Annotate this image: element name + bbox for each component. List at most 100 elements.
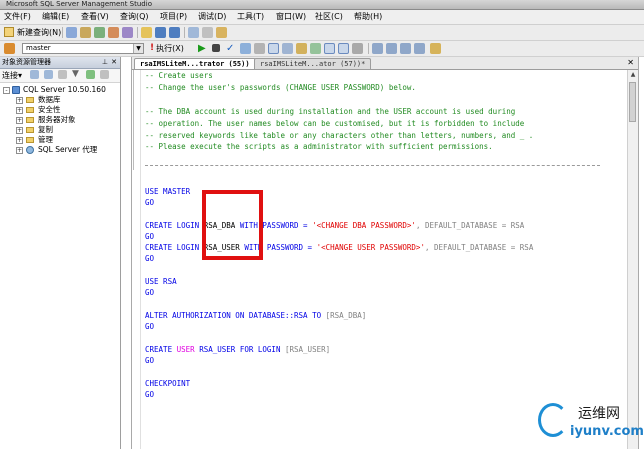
tree-item-label: 数据库: [38, 95, 61, 104]
code-token: USER: [176, 345, 195, 354]
query-designer-icon[interactable]: [254, 43, 265, 54]
menu-view[interactable]: 查看(V): [81, 11, 109, 23]
folder-icon: [26, 117, 34, 123]
folder-icon: [26, 127, 34, 133]
code-line: GO: [145, 232, 155, 241]
specify-values-icon[interactable]: [430, 43, 441, 54]
code-line: GO: [145, 356, 155, 365]
results-to-file-icon[interactable]: [310, 43, 321, 54]
toolbar-separator: [62, 27, 63, 38]
intellisense-icon[interactable]: [268, 43, 279, 54]
tree-item-server[interactable]: - CQL Server 10.50.160: [0, 85, 120, 95]
tree-item-management[interactable]: + 管理: [0, 135, 120, 145]
tree-item-server-objects[interactable]: + 服务器对象: [0, 115, 120, 125]
decrease-indent-icon[interactable]: [400, 43, 411, 54]
menu-debug[interactable]: 调试(D): [198, 11, 226, 23]
actual-plan-icon[interactable]: [324, 43, 335, 54]
code-token: RSA_USER FOR LOGIN: [199, 345, 281, 354]
expand-node-icon[interactable]: +: [16, 97, 23, 104]
filter-icon[interactable]: ▼: [72, 69, 83, 80]
agent-icon: [26, 146, 34, 154]
tree-item-replication[interactable]: + 复制: [0, 125, 120, 135]
connect-button[interactable]: 连接▾: [2, 70, 22, 81]
refresh-icon[interactable]: [86, 70, 95, 79]
code-line: CREATE USER RSA_USER FOR LOGIN [RSA_USER…: [145, 345, 330, 355]
new-query-button[interactable]: 新建查询(N): [4, 26, 61, 38]
show-results-pane-icon[interactable]: [352, 43, 363, 54]
disconnect-icon[interactable]: [44, 70, 53, 79]
client-statistics-icon[interactable]: [338, 43, 349, 54]
save-all-icon[interactable]: [169, 27, 180, 38]
expand-node-icon[interactable]: +: [16, 117, 23, 124]
toolbar-separator: [184, 27, 185, 38]
change-connection-icon[interactable]: [4, 43, 15, 54]
close-tab-icon[interactable]: ✕: [627, 57, 634, 68]
comment-divider: [145, 165, 600, 166]
menu-query[interactable]: 查询(Q): [120, 11, 149, 23]
connect-explorer-icon[interactable]: [30, 70, 39, 79]
scroll-thumb[interactable]: [629, 82, 636, 122]
expand-node-icon[interactable]: +: [16, 147, 23, 154]
code-token: [RSA_USER]: [284, 345, 331, 354]
stop-icon[interactable]: [58, 70, 67, 79]
menu-edit[interactable]: 编辑(E): [42, 11, 69, 23]
increase-indent-icon[interactable]: [414, 43, 425, 54]
tree-item-sql-agent[interactable]: + SQL Server 代理: [0, 145, 120, 155]
execute-button[interactable]: ! 执行(X): [150, 42, 184, 54]
menu-help[interactable]: 帮助(H): [354, 11, 382, 23]
menu-file[interactable]: 文件(F): [4, 11, 31, 23]
tree-item-databases[interactable]: + 数据库: [0, 95, 120, 105]
object-explorer-toolbar: 连接▾ ▼: [0, 69, 120, 83]
toolbar-separator: [137, 27, 138, 38]
code-token: , DEFAULT_DATABASE = RSA: [424, 243, 534, 252]
comment-out-icon[interactable]: [372, 43, 383, 54]
open-file-icon[interactable]: [141, 27, 152, 38]
tab-query-55[interactable]: rsaIMSLiteM...trator (55)): [134, 58, 256, 69]
code-line: CHECKPOINT: [145, 379, 191, 388]
results-to-grid-icon[interactable]: [296, 43, 307, 54]
analysis-query-icon[interactable]: [80, 27, 91, 38]
database-select[interactable]: master ▼: [22, 43, 144, 54]
template-explorer-icon[interactable]: [216, 27, 227, 38]
parse-icon[interactable]: ✓: [226, 43, 237, 54]
results-to-text-icon[interactable]: [282, 43, 293, 54]
display-plan-icon[interactable]: [240, 43, 251, 54]
chevron-down-icon[interactable]: ▼: [133, 44, 143, 53]
save-icon[interactable]: [155, 27, 166, 38]
standard-toolbar: 新建查询(N): [0, 25, 644, 41]
menu-community[interactable]: 社区(C): [315, 11, 343, 23]
menu-window[interactable]: 窗口(W): [276, 11, 306, 23]
uncomment-icon[interactable]: [386, 43, 397, 54]
code-line: GO: [145, 322, 155, 331]
editor-gutter: [132, 70, 141, 449]
tab-query-57[interactable]: rsaIMSLiteM...ator (57))*: [254, 58, 372, 69]
collapse-icon[interactable]: [100, 70, 109, 79]
code-token: ALTER AUTHORIZATION ON DATABASE::RSA TO: [145, 311, 322, 320]
mdx-query-icon[interactable]: [94, 27, 105, 38]
collapse-node-icon[interactable]: -: [3, 87, 10, 94]
tree-item-security[interactable]: + 安全性: [0, 105, 120, 115]
cancel-query-icon[interactable]: [212, 44, 220, 52]
debug-icon[interactable]: ▶: [198, 43, 209, 54]
close-icon[interactable]: ✕: [111, 57, 117, 68]
server-icon: [12, 86, 20, 94]
expand-node-icon[interactable]: +: [16, 127, 23, 134]
exclamation-icon: !: [150, 43, 155, 53]
dmx-query-icon[interactable]: [108, 27, 119, 38]
object-explorer-header: 对象资源管理器 ⊥ ✕: [0, 57, 120, 69]
vertical-scrollbar[interactable]: ▲: [627, 70, 638, 449]
object-explorer-title: 对象资源管理器: [2, 58, 51, 66]
expand-node-icon[interactable]: +: [16, 107, 23, 114]
menu-project[interactable]: 项目(P): [160, 11, 187, 23]
expand-node-icon[interactable]: +: [16, 137, 23, 144]
menu-tools[interactable]: 工具(T): [237, 11, 264, 23]
object-explorer-icon[interactable]: [188, 27, 199, 38]
code-token: CREATE LOGIN: [145, 243, 200, 252]
code-line: GO: [145, 288, 155, 297]
xmla-query-icon[interactable]: [122, 27, 133, 38]
properties-icon[interactable]: [202, 27, 213, 38]
document-tabs: rsaIMSLiteM...trator (55)) rsaIMSLiteM..…: [132, 57, 638, 70]
pin-icon[interactable]: ⊥: [102, 57, 108, 68]
database-engine-query-icon[interactable]: [66, 27, 77, 38]
scroll-up-icon[interactable]: ▲: [628, 70, 638, 80]
